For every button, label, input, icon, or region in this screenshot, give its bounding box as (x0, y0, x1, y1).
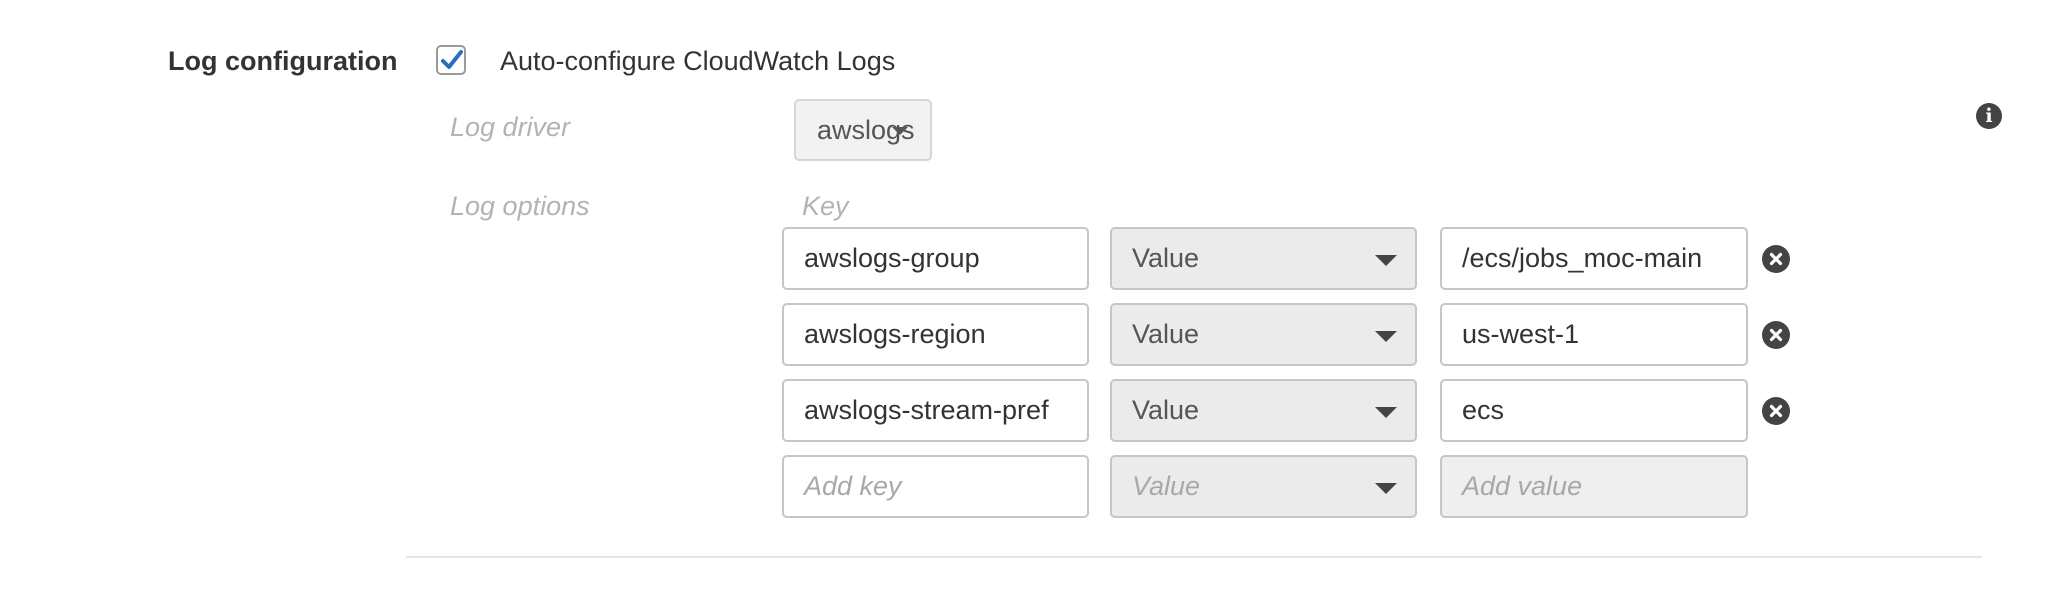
info-icon[interactable]: i (1976, 103, 2002, 129)
checkmark-icon (441, 50, 463, 69)
option-type-select[interactable]: Value (1110, 379, 1417, 442)
add-value-input[interactable]: Add value (1440, 455, 1748, 518)
option-key-input[interactable]: awslogs-stream-pref (782, 379, 1089, 442)
option-value-input[interactable]: ecs (1440, 379, 1748, 442)
log-options-label: Log options (450, 191, 590, 221)
key-column-header: Key (802, 191, 849, 221)
remove-icon[interactable] (1762, 321, 1790, 349)
auto-configure-label[interactable]: Auto-configure CloudWatch Logs (500, 46, 895, 77)
option-key-input[interactable]: awslogs-group (782, 227, 1089, 290)
option-type-select[interactable]: Value (1110, 303, 1417, 366)
option-value-input[interactable]: /ecs/jobs_moc-main (1440, 227, 1748, 290)
caret-down-icon (1375, 483, 1397, 494)
auto-configure-checkbox[interactable] (436, 45, 466, 75)
option-type-select[interactable]: Value (1110, 227, 1417, 290)
new-option-type-value: Value (1132, 471, 1201, 501)
option-key-input[interactable]: awslogs-region (782, 303, 1089, 366)
section-title: Log configuration (168, 46, 398, 76)
new-option-type-select[interactable]: Value (1110, 455, 1417, 518)
log-driver-dropdown[interactable]: awslogs (794, 99, 932, 161)
add-key-input[interactable]: Add key (782, 455, 1089, 518)
option-type-value: Value (1132, 319, 1200, 349)
option-type-value: Value (1132, 395, 1200, 425)
caret-down-icon (892, 127, 908, 135)
option-value-input[interactable]: us-west-1 (1440, 303, 1748, 366)
caret-down-icon (1375, 331, 1397, 342)
remove-icon[interactable] (1762, 397, 1790, 425)
option-type-value: Value (1132, 243, 1200, 273)
remove-icon[interactable] (1762, 245, 1790, 273)
log-driver-label: Log driver (450, 112, 571, 142)
caret-down-icon (1375, 407, 1397, 418)
section-divider (406, 556, 1982, 558)
caret-down-icon (1375, 255, 1397, 266)
